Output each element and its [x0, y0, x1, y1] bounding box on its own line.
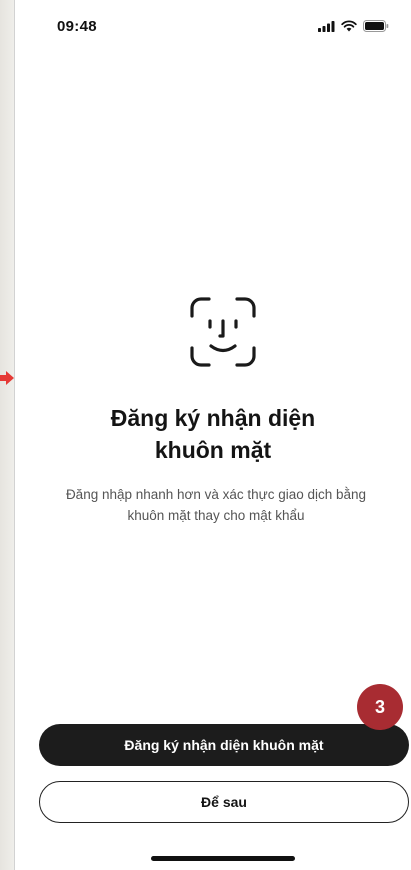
phone-screen: 09:48 Đăng ký nhận diện khuôn mặt Đăng n… — [14, 0, 411, 870]
battery-icon — [363, 20, 389, 32]
status-icons — [318, 20, 389, 32]
page-description: Đăng nhập nhanh hơn và xác thực giao dịc… — [65, 487, 367, 523]
register-face-id-button[interactable]: Đăng ký nhận diện khuôn mặt — [39, 724, 409, 766]
signal-icon — [318, 20, 335, 32]
home-indicator[interactable] — [151, 856, 295, 861]
page-title-line-2: khuôn mặt — [154, 437, 272, 463]
status-time: 09:48 — [57, 18, 97, 35]
face-id-icon — [190, 297, 256, 367]
later-button[interactable]: Để sau — [39, 781, 409, 823]
wifi-icon — [341, 20, 357, 32]
page-title: Đăng ký nhận diện khuôn mặt — [15, 402, 411, 466]
step-number-badge: 3 — [357, 684, 403, 730]
background-edge — [0, 0, 14, 870]
page-title-line-1: Đăng ký nhận diện — [110, 405, 316, 431]
red-arrow-indicator-icon — [0, 371, 14, 385]
status-bar: 09:48 — [15, 0, 411, 50]
